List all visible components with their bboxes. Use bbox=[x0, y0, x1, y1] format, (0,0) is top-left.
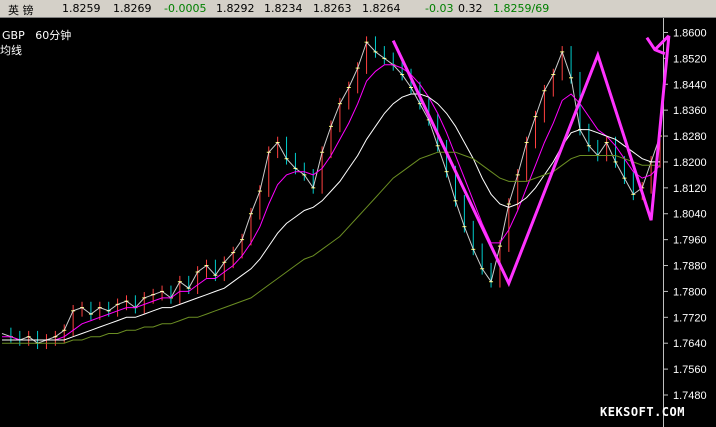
symbol-code: GBP bbox=[2, 29, 25, 42]
ma-fast-line bbox=[2, 64, 661, 341]
y-tick-label: 1.7800 bbox=[673, 286, 707, 298]
y-tick-label: 1.7720 bbox=[673, 312, 707, 324]
y-tick-label: 1.8120 bbox=[673, 183, 707, 195]
y-tick-label: 1.7640 bbox=[673, 338, 707, 350]
y-tick-label: 1.7480 bbox=[673, 390, 707, 402]
y-tick-label: 1.8360 bbox=[673, 105, 707, 117]
symbol-label: GBP 60分钟 bbox=[2, 27, 71, 43]
period-label: 60分钟 bbox=[35, 29, 72, 42]
trend-arrow-head bbox=[645, 36, 666, 56]
y-tick-label: 1.8600 bbox=[673, 27, 707, 39]
ma-label: 均线 bbox=[0, 44, 22, 57]
y-tick-label: 1.7960 bbox=[673, 235, 707, 247]
price-chart: 1.8600 1.8520 1.8440 1.8360 1.8280 1.8200 1.81… bbox=[1, 27, 707, 402]
y-tick-label: 1.8280 bbox=[673, 131, 707, 143]
price-line bbox=[1, 41, 661, 344]
y-tick-label: 1.8520 bbox=[673, 53, 707, 65]
y-tick-label: 1.7560 bbox=[673, 364, 707, 376]
y-tick-label: 1.8200 bbox=[673, 157, 707, 169]
y-tick-label: 1.7880 bbox=[673, 261, 707, 273]
watermark: KEKSOFT.COM bbox=[600, 405, 685, 419]
y-tick-label: 1.8040 bbox=[673, 209, 707, 221]
ma-slow-line bbox=[2, 151, 660, 344]
y-tick-label: 1.8440 bbox=[673, 79, 707, 91]
